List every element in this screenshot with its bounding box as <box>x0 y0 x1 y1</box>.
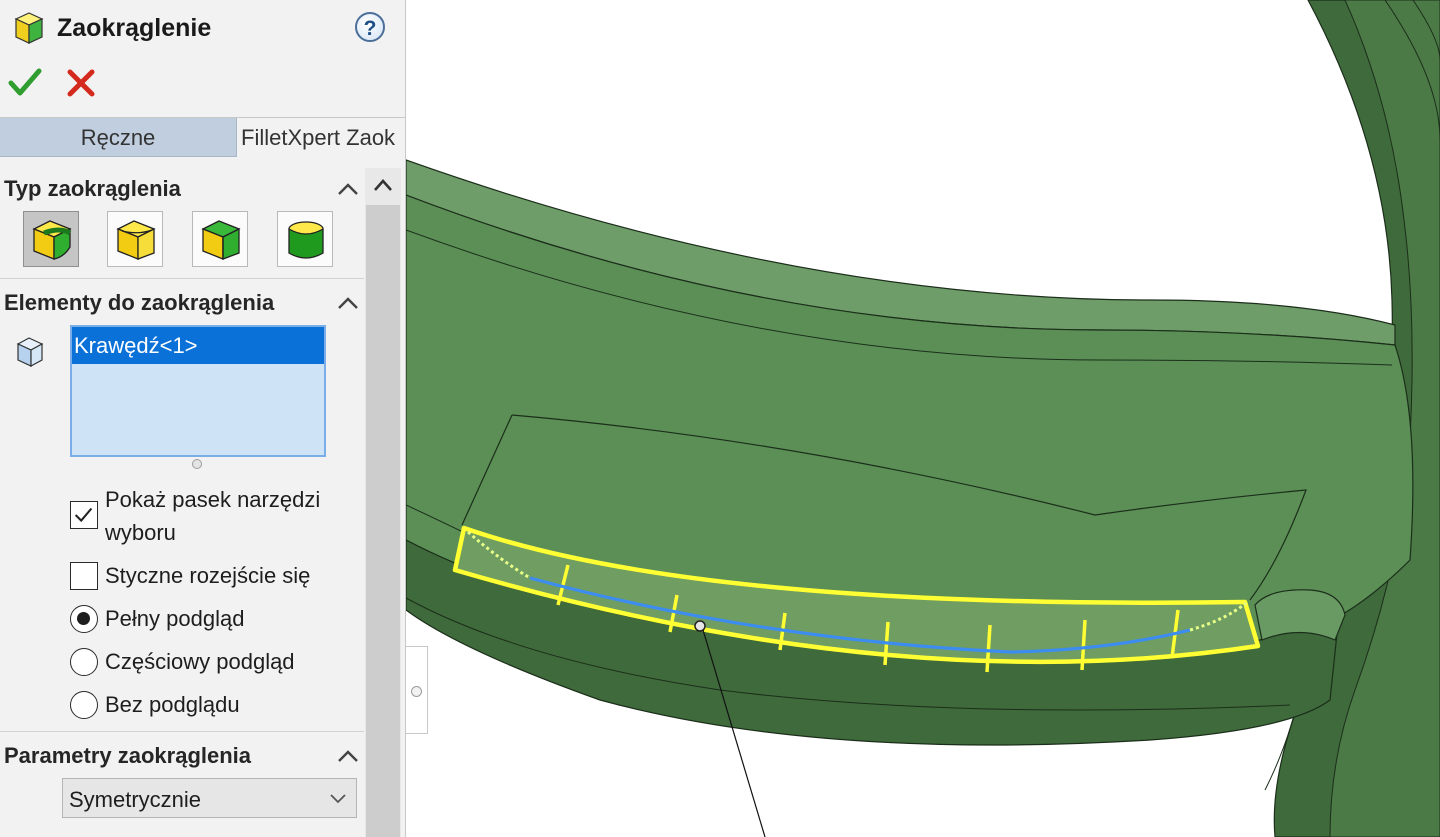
partial-preview-label: Częściowy podgląd <box>105 649 295 674</box>
fillet-feature-icon <box>14 12 44 44</box>
no-preview-label: Bez podglądu <box>105 692 240 717</box>
collapse-chevron-icon[interactable] <box>336 748 360 764</box>
panel-resize-handle[interactable] <box>406 646 428 734</box>
show-toolbar-label-line2: wyboru <box>105 520 176 545</box>
partial-preview-radio[interactable] <box>70 648 98 676</box>
title-bar: Zaokrąglenie ? <box>0 0 405 58</box>
fillet-method-value: Symetrycznie <box>69 787 202 812</box>
fillet-type-face-button[interactable] <box>192 211 248 267</box>
full-round-fillet-icon <box>288 221 324 259</box>
help-button[interactable]: ? <box>355 12 385 42</box>
model-view[interactable] <box>406 0 1440 837</box>
ok-button[interactable] <box>8 66 42 100</box>
tab-manual[interactable]: Ręczne <box>0 118 237 157</box>
list-resize-handle[interactable] <box>192 459 202 469</box>
show-toolbar-checkbox[interactable] <box>70 501 98 529</box>
graphics-area[interactable] <box>406 0 1440 837</box>
selection-listbox[interactable]: Krawędź<1> <box>70 325 326 457</box>
section-title-items: Elementy do zaokrąglenia <box>4 290 275 315</box>
fillet-type-full-round-button[interactable] <box>277 211 333 267</box>
section-divider <box>0 278 364 279</box>
fillet-method-dropdown[interactable]: Symetrycznie <box>62 778 357 818</box>
list-item-edge[interactable]: Krawędź<1> <box>72 327 324 364</box>
chevron-down-icon <box>330 794 346 804</box>
collapse-chevron-icon[interactable] <box>336 181 360 197</box>
section-title-params: Parametry zaokrąglenia <box>4 743 252 768</box>
variable-size-fillet-icon <box>116 220 156 260</box>
show-toolbar-label: Pokaż pasek narzędzi <box>105 487 321 512</box>
scroll-up-arrow-icon[interactable] <box>366 170 400 200</box>
section-title-fillet-type: Typ zaokrąglenia <box>4 176 181 201</box>
section-divider <box>0 731 364 732</box>
fillet-type-constant-button[interactable] <box>23 211 79 267</box>
scrollbar-thumb[interactable] <box>366 205 400 837</box>
face-fillet-icon <box>201 220 241 260</box>
collapse-chevron-icon[interactable] <box>336 295 360 311</box>
panel-title: Zaokrąglenie <box>57 14 212 42</box>
tangent-propagation-checkbox[interactable] <box>70 562 98 590</box>
no-preview-radio[interactable] <box>70 691 98 719</box>
full-preview-label: Pełny podgląd <box>105 606 245 631</box>
full-preview-radio[interactable] <box>70 605 98 633</box>
tab-bar: Ręczne FilletXpert Zaok <box>0 117 405 157</box>
tab-filletxpert[interactable]: FilletXpert Zaok <box>237 118 405 156</box>
tangent-propagation-label: Styczne rozejście się <box>105 563 311 588</box>
cancel-button[interactable] <box>64 66 98 100</box>
edge-select-icon <box>16 337 44 368</box>
fillet-type-variable-button[interactable] <box>107 211 163 267</box>
checkmark-icon <box>74 507 93 523</box>
property-manager: Zaokrąglenie ? Ręczne FilletXpert Zaok T… <box>0 0 406 837</box>
constant-size-fillet-icon <box>32 220 72 260</box>
